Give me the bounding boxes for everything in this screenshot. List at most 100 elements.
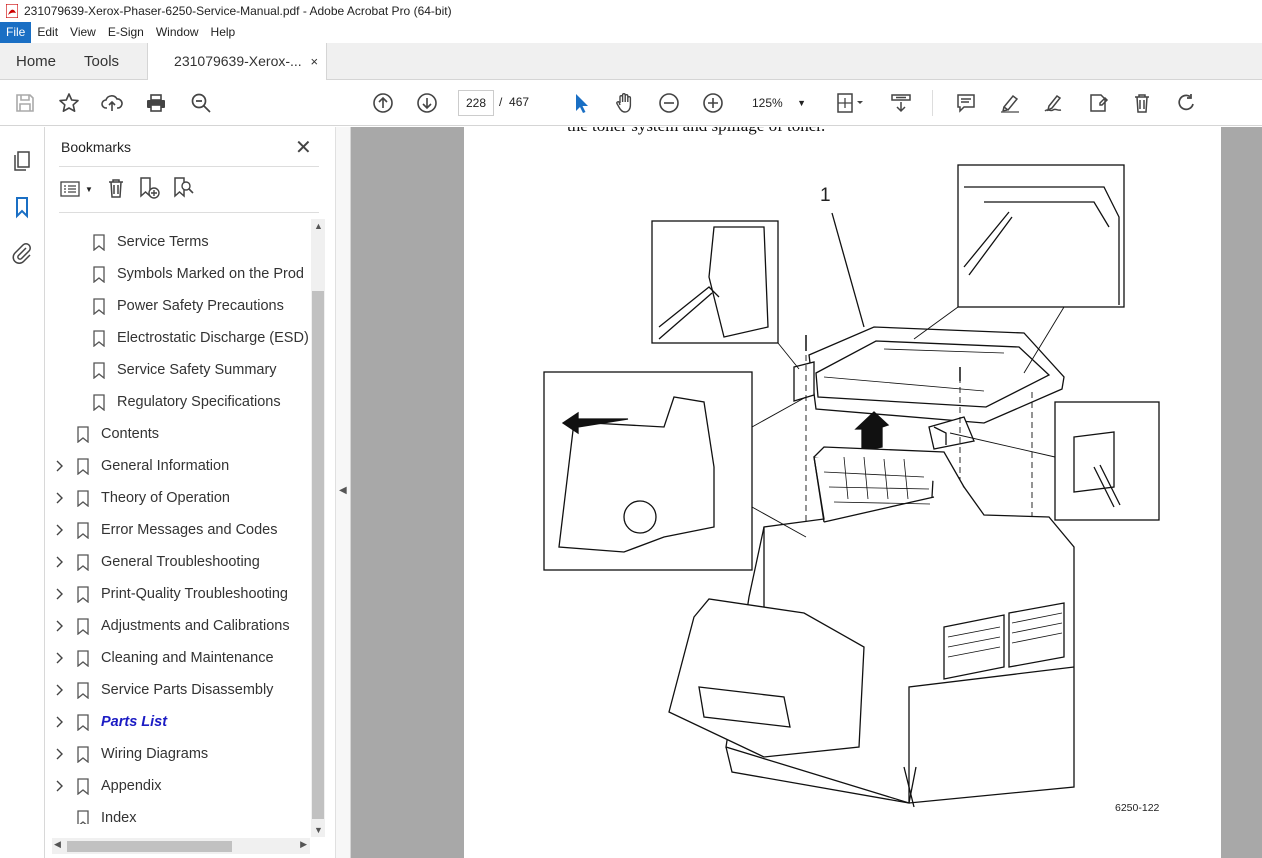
zoom-out-icon[interactable] xyxy=(657,91,681,115)
zoom-dropdown[interactable]: 125% ▼ xyxy=(742,90,812,116)
bookmark-list: Service Terms Symbols Marked on the Prod… xyxy=(45,226,309,824)
chevron-right-icon[interactable] xyxy=(55,747,65,761)
scroll-left-icon[interactable]: ◀ xyxy=(54,839,61,850)
chevron-right-icon[interactable] xyxy=(55,459,65,473)
chevron-right-icon[interactable] xyxy=(55,779,65,793)
menu-view[interactable]: View xyxy=(64,22,102,43)
bookmark-icon xyxy=(77,809,89,824)
menu-help[interactable]: Help xyxy=(205,22,242,43)
comment-icon[interactable] xyxy=(954,91,978,115)
figure-id: 6250-122 xyxy=(1115,802,1160,814)
collapse-panel-icon[interactable]: ◀ xyxy=(339,485,347,496)
bookmark-item[interactable]: Regulatory Specifications xyxy=(93,386,281,418)
edit-pdf-icon[interactable] xyxy=(1086,91,1110,115)
bookmark-item[interactable]: Power Safety Precautions xyxy=(93,290,284,322)
printer-disassembly-illustration xyxy=(543,164,1160,808)
bookmark-icon xyxy=(77,681,89,699)
bookmark-item[interactable]: Contents xyxy=(77,418,159,450)
bookmark-icon xyxy=(93,329,105,347)
pdf-page: the toner system and spillage of toner. … xyxy=(464,127,1221,858)
bookmark-item[interactable]: Print-Quality Troubleshooting xyxy=(56,578,288,610)
tab-document[interactable]: 231079639-Xerox-... × xyxy=(147,43,328,81)
bookmark-item[interactable]: Service Terms xyxy=(93,226,209,258)
hand-tool-icon[interactable] xyxy=(613,91,637,115)
bookmark-icon xyxy=(77,617,89,635)
page-number-input[interactable]: 228 xyxy=(458,90,494,116)
highlight-pen-icon[interactable] xyxy=(998,91,1022,115)
print-icon[interactable] xyxy=(144,91,168,115)
acrobat-logo-icon xyxy=(6,4,18,18)
bookmarks-panel: Bookmarks ✕ ▼ Service Terms Symbols Mark… xyxy=(45,127,335,858)
left-nav-strip xyxy=(0,127,45,858)
zoom-in-icon[interactable] xyxy=(701,91,725,115)
attachments-icon[interactable] xyxy=(10,241,34,265)
divider xyxy=(59,166,319,167)
bookmark-item-current[interactable]: Parts List xyxy=(56,706,167,738)
bookmark-item[interactable]: Cleaning and Maintenance xyxy=(56,642,274,674)
star-icon[interactable] xyxy=(57,91,81,115)
close-panel-icon[interactable]: ✕ xyxy=(295,135,312,160)
scroll-mode-icon[interactable] xyxy=(889,91,913,115)
new-bookmark-icon[interactable] xyxy=(137,176,161,203)
menu-edit[interactable]: Edit xyxy=(31,22,64,43)
bookmark-item[interactable]: General Information xyxy=(56,450,229,482)
cloud-upload-icon[interactable] xyxy=(100,91,124,115)
scroll-right-icon[interactable]: ▶ xyxy=(300,839,307,850)
scrollbar-thumb[interactable] xyxy=(67,841,232,852)
chevron-down-icon: ▼ xyxy=(797,98,806,108)
delete-icon[interactable] xyxy=(1130,91,1154,115)
document-viewer[interactable]: the toner system and spillage of toner. … xyxy=(351,127,1262,858)
panel-splitter[interactable]: ◀ xyxy=(335,127,351,858)
bookmark-item[interactable]: Electrostatic Discharge (ESD) xyxy=(93,322,309,354)
page-thumbnails-icon[interactable] xyxy=(10,149,34,173)
delete-bookmark-icon[interactable] xyxy=(105,177,127,202)
bookmark-item[interactable]: Adjustments and Calibrations xyxy=(56,610,290,642)
page-up-icon[interactable] xyxy=(371,91,395,115)
tab-close-icon[interactable]: × xyxy=(310,43,318,80)
bookmark-item[interactable]: General Troubleshooting xyxy=(56,546,260,578)
tab-home[interactable]: Home xyxy=(0,43,72,80)
page-down-icon[interactable] xyxy=(415,91,439,115)
chevron-right-icon[interactable] xyxy=(55,683,65,697)
bookmark-item[interactable]: Index xyxy=(77,802,136,824)
tab-tools[interactable]: Tools xyxy=(72,43,147,80)
bookmark-options-icon[interactable]: ▼ xyxy=(59,179,95,199)
chevron-right-icon[interactable] xyxy=(55,715,65,729)
bookmark-icon xyxy=(77,425,89,443)
menu-file[interactable]: File xyxy=(0,22,32,43)
bookmark-item[interactable]: Theory of Operation xyxy=(56,482,230,514)
bookmarks-horizontal-scrollbar[interactable]: ◀ ▶ xyxy=(52,838,310,854)
bookmark-icon xyxy=(77,489,89,507)
scroll-down-icon[interactable]: ▼ xyxy=(314,825,323,835)
bookmark-item[interactable]: Appendix xyxy=(56,770,161,802)
page-fit-icon[interactable] xyxy=(833,91,867,115)
bookmarks-vertical-scrollbar[interactable]: ▲ ▼ xyxy=(311,219,325,837)
rotate-icon[interactable] xyxy=(1174,91,1198,115)
sign-icon[interactable] xyxy=(1042,91,1066,115)
bookmark-icon xyxy=(77,553,89,571)
scrollbar-thumb[interactable] xyxy=(312,291,324,819)
chevron-right-icon[interactable] xyxy=(55,619,65,633)
find-bookmark-icon[interactable] xyxy=(171,176,195,203)
bookmarks-panel-icon[interactable] xyxy=(10,195,34,219)
bookmark-icon xyxy=(77,745,89,763)
bookmark-item[interactable]: Error Messages and Codes xyxy=(56,514,278,546)
bookmark-item[interactable]: Service Safety Summary xyxy=(93,354,277,386)
chevron-right-icon[interactable] xyxy=(55,555,65,569)
bookmark-item[interactable]: Wiring Diagrams xyxy=(56,738,208,770)
chevron-right-icon[interactable] xyxy=(55,491,65,505)
save-icon[interactable] xyxy=(13,91,37,115)
bookmark-icon xyxy=(93,393,105,411)
chevron-right-icon[interactable] xyxy=(55,587,65,601)
divider xyxy=(59,212,319,213)
bookmark-toolbar: ▼ xyxy=(59,175,195,203)
chevron-right-icon[interactable] xyxy=(55,523,65,537)
scroll-up-icon[interactable]: ▲ xyxy=(314,221,323,231)
bookmark-item[interactable]: Service Parts Disassembly xyxy=(56,674,273,706)
chevron-right-icon[interactable] xyxy=(55,651,65,665)
bookmark-item[interactable]: Symbols Marked on the Prod xyxy=(93,258,304,290)
select-cursor-icon[interactable] xyxy=(569,91,593,115)
menu-esign[interactable]: E-Sign xyxy=(102,22,150,43)
menu-window[interactable]: Window xyxy=(150,22,205,43)
zoom-search-icon[interactable] xyxy=(189,91,213,115)
